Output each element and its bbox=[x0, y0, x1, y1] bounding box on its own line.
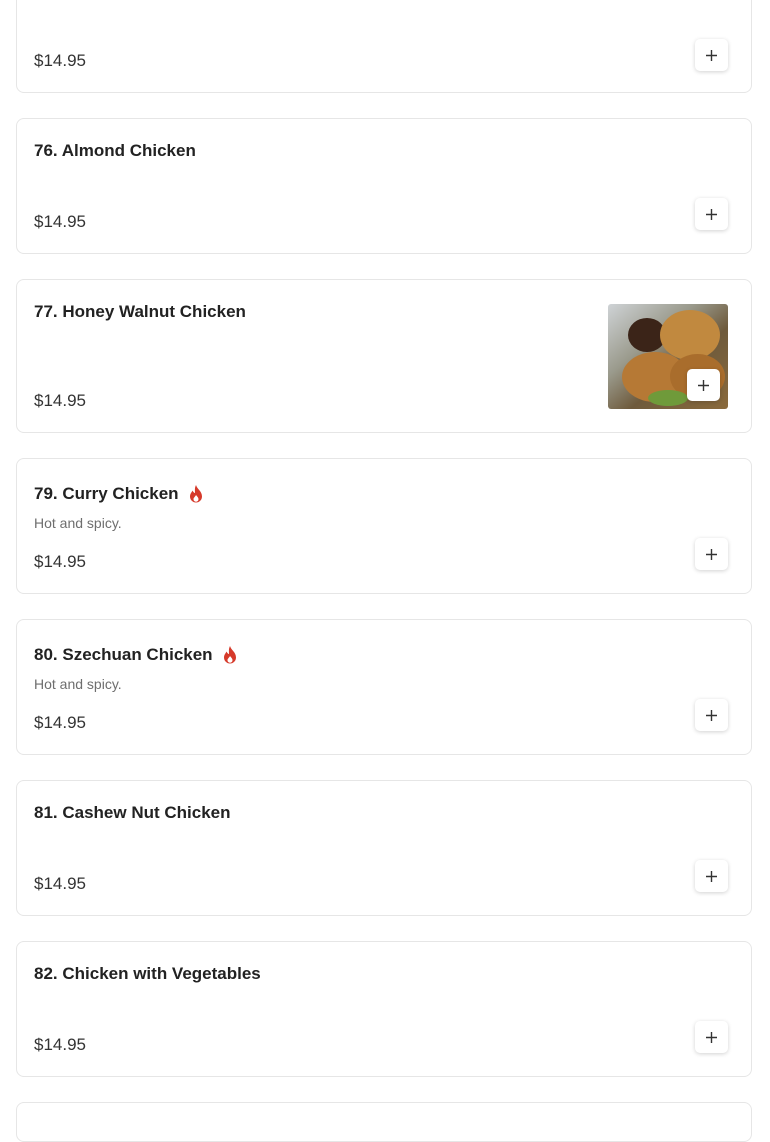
plus-icon bbox=[706, 870, 717, 882]
item-price: $14.95 bbox=[34, 391, 86, 410]
item-name-text: 82. Chicken with Vegetables bbox=[34, 964, 261, 983]
item-price: $14.95 bbox=[34, 552, 86, 571]
flame-icon bbox=[223, 646, 236, 664]
item-price: $14.95 bbox=[34, 51, 86, 70]
item-name: 79. Curry Chicken bbox=[34, 484, 205, 504]
item-name: 81. Cashew Nut Chicken bbox=[34, 803, 231, 823]
item-name-text: 76. Almond Chicken bbox=[34, 141, 196, 160]
plus-icon bbox=[706, 208, 717, 220]
menu-item-card[interactable]: 77. Honey Walnut Chicken $14.95 bbox=[16, 279, 752, 433]
item-name: 80. Szechuan Chicken bbox=[34, 645, 239, 665]
add-to-cart-button[interactable] bbox=[695, 860, 728, 892]
add-to-cart-button[interactable] bbox=[695, 699, 728, 731]
add-to-cart-button[interactable] bbox=[687, 369, 720, 401]
plus-icon bbox=[706, 709, 717, 721]
item-price: $14.95 bbox=[34, 713, 86, 732]
item-name-text: 81. Cashew Nut Chicken bbox=[34, 803, 231, 822]
menu-item-card[interactable]: 80. Szechuan Chicken Hot and spicy. $14.… bbox=[16, 619, 752, 755]
flame-icon bbox=[189, 485, 202, 503]
item-photo[interactable] bbox=[608, 304, 728, 409]
item-name: 77. Honey Walnut Chicken bbox=[34, 302, 246, 322]
item-name: 82. Chicken with Vegetables bbox=[34, 964, 261, 984]
item-name-text: 77. Honey Walnut Chicken bbox=[34, 302, 246, 321]
menu-item-card[interactable]: $14.95 bbox=[16, 0, 752, 93]
add-to-cart-button[interactable] bbox=[695, 538, 728, 570]
plus-icon bbox=[698, 379, 709, 391]
item-price: $14.95 bbox=[34, 212, 86, 231]
item-description: Hot and spicy. bbox=[34, 676, 122, 692]
menu-item-card[interactable]: 82. Chicken with Vegetables $14.95 bbox=[16, 941, 752, 1077]
item-price: $14.95 bbox=[34, 1035, 86, 1054]
add-to-cart-button[interactable] bbox=[695, 39, 728, 71]
item-name-text: 80. Szechuan Chicken bbox=[34, 645, 213, 664]
menu-item-card[interactable]: 76. Almond Chicken $14.95 bbox=[16, 118, 752, 254]
menu-item-card[interactable]: 81. Cashew Nut Chicken $14.95 bbox=[16, 780, 752, 916]
add-to-cart-button[interactable] bbox=[695, 198, 728, 230]
item-price: $14.95 bbox=[34, 874, 86, 893]
plus-icon bbox=[706, 49, 717, 61]
add-to-cart-button[interactable] bbox=[695, 1021, 728, 1053]
menu-item-card[interactable]: 79. Curry Chicken Hot and spicy. $14.95 bbox=[16, 458, 752, 594]
menu-item-card[interactable] bbox=[16, 1102, 752, 1142]
item-description: Hot and spicy. bbox=[34, 515, 122, 531]
plus-icon bbox=[706, 1031, 717, 1043]
item-name: 76. Almond Chicken bbox=[34, 141, 196, 161]
plus-icon bbox=[706, 548, 717, 560]
item-name-text: 79. Curry Chicken bbox=[34, 484, 179, 503]
